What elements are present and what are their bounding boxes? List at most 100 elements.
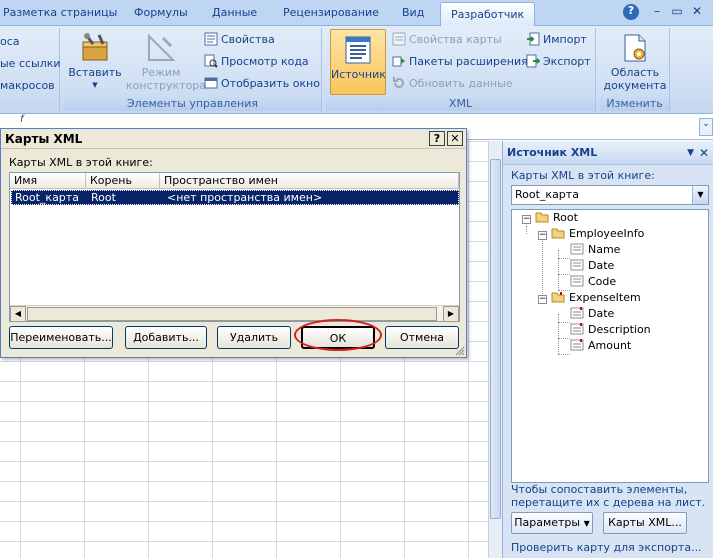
formula-bar-expand-icon[interactable]: ⌄: [699, 118, 713, 136]
help-icon[interactable]: ?: [623, 4, 639, 20]
dialog-title-bar[interactable]: Карты XML ? ✕: [1, 129, 466, 149]
document-panel-button[interactable]: Область документа: [602, 28, 668, 96]
verify-map-link[interactable]: Проверить карту для экспорта...: [511, 541, 702, 554]
tree-node-label: EmployeeInfo: [569, 227, 645, 240]
tree-node-expense-date[interactable]: Date: [570, 306, 614, 322]
folder-icon: [551, 228, 565, 239]
xml-maps-button[interactable]: Карты XML...: [603, 512, 687, 534]
tree-line: [558, 274, 570, 275]
collapse-icon[interactable]: −: [538, 231, 547, 240]
row-namespace: <нет пространства имен>: [167, 191, 323, 204]
required-element-icon: [570, 323, 584, 335]
view-code-button[interactable]: Просмотр кода: [204, 52, 309, 72]
resize-grip-icon[interactable]: [455, 346, 465, 356]
minimize-icon[interactable]: –: [649, 4, 665, 20]
document-panel-label-2: документа: [603, 79, 667, 92]
rename-button[interactable]: Переименовать...: [9, 326, 113, 349]
required-element-icon: [570, 339, 584, 351]
chevron-down-icon: ▼: [92, 81, 98, 89]
xml-map-select-value: Root_карта: [515, 188, 579, 201]
tab-data[interactable]: Данные: [212, 6, 257, 24]
tab-formulas[interactable]: Формулы: [134, 6, 188, 24]
pane-hint-text: Чтобы сопоставить элементы, перетащите и…: [511, 483, 706, 509]
document-gear-icon: [624, 34, 646, 62]
add-button[interactable]: Добавить...: [125, 326, 207, 349]
dialog-close-icon[interactable]: ✕: [447, 131, 463, 146]
tree-node-expenseitem[interactable]: − ExpenseItem: [538, 290, 641, 306]
xml-group-label: XML: [326, 97, 595, 111]
restore-icon[interactable]: ▭: [669, 4, 685, 20]
scroll-left-icon[interactable]: ◀: [10, 306, 26, 322]
insert-button[interactable]: Вставить ▼: [66, 28, 124, 96]
tab-view[interactable]: Вид: [402, 6, 424, 24]
ribbon: оса ые ссылки макросов Вставить ▼ Режим …: [0, 26, 713, 114]
insert-label: Вставить: [68, 66, 122, 79]
vertical-scroll-thumb[interactable]: [490, 159, 501, 519]
code-item-1[interactable]: оса: [0, 32, 20, 52]
pane-maps-label: Карты XML в этой книге:: [511, 169, 655, 182]
dialog-help-icon[interactable]: ?: [429, 131, 445, 146]
code-item-2[interactable]: ые ссылки: [0, 54, 61, 74]
tree-line: [526, 226, 527, 234]
tab-developer[interactable]: Разработчик: [440, 2, 536, 27]
row-root: Root: [91, 191, 116, 204]
expansion-packs-button[interactable]: Пакеты расширения: [392, 52, 528, 72]
tree-node-date[interactable]: Date: [570, 258, 614, 274]
close-icon[interactable]: ✕: [689, 4, 705, 20]
delete-button[interactable]: Удалить: [217, 326, 291, 349]
code-item-3[interactable]: макросов: [0, 76, 55, 96]
show-window-label: Отобразить окно: [221, 77, 320, 90]
tree-node-label: Name: [588, 243, 621, 256]
dialog-maps-label: Карты XML в этой книге:: [9, 156, 153, 169]
tree-line: [558, 250, 559, 290]
column-header-name[interactable]: Имя: [10, 173, 86, 189]
map-properties-icon: [392, 32, 406, 46]
tree-line: [558, 258, 570, 259]
column-header-namespace[interactable]: Пространство имен: [160, 173, 459, 189]
tab-review[interactable]: Рецензирование: [283, 6, 379, 24]
collapse-icon[interactable]: −: [522, 215, 531, 224]
properties-button[interactable]: Свойства: [204, 30, 275, 50]
tree-node-name[interactable]: Name: [570, 242, 620, 258]
refresh-data-button[interactable]: Обновить данные: [392, 74, 513, 94]
tree-node-root[interactable]: − Root: [522, 210, 578, 226]
column-header-root[interactable]: Корень: [86, 173, 160, 189]
horizontal-scrollbar[interactable]: ◀ ▶: [10, 305, 459, 322]
export-button[interactable]: Экспорт: [526, 52, 591, 72]
refresh-icon: [393, 77, 404, 89]
row-name: Root_карта: [15, 191, 79, 204]
tree-node-amount[interactable]: Amount: [570, 338, 631, 354]
show-window-button[interactable]: Отобразить окно: [204, 74, 320, 94]
map-properties-button[interactable]: Свойства карты: [392, 30, 502, 50]
source-button[interactable]: Источник: [330, 29, 386, 95]
pane-title: Источник XML ▼ ✕: [503, 141, 713, 165]
table-row[interactable]: Root_карта Root <нет пространства имен>: [11, 190, 459, 205]
xml-tree: − Root − EmployeeInfo Name Date Code − Expe…: [511, 209, 709, 483]
tree-node-code[interactable]: Code: [570, 274, 616, 290]
xml-maps-list[interactable]: Имя Корень Пространство имен Root_карта …: [9, 172, 460, 322]
pane-menu-icon[interactable]: ▼: [687, 141, 694, 165]
tab-page-layout[interactable]: Разметка страницы: [3, 6, 117, 24]
dialog-title: Карты XML: [5, 132, 83, 146]
scroll-right-icon[interactable]: ▶: [443, 306, 459, 322]
import-button[interactable]: Импорт: [526, 30, 587, 50]
xml-maps-dialog: Карты XML ? ✕ Карты XML в этой книге: Им…: [0, 128, 467, 358]
options-button-label: Параметры: [514, 516, 581, 529]
tree-node-description[interactable]: Description: [570, 322, 651, 338]
cancel-button[interactable]: Отмена: [385, 326, 459, 349]
xml-map-select[interactable]: Root_карта ▼: [511, 185, 709, 205]
ok-button[interactable]: ОК: [301, 326, 375, 349]
import-label: Импорт: [543, 33, 587, 46]
vertical-scrollbar[interactable]: [488, 141, 502, 558]
export-icon: [526, 54, 540, 68]
options-button[interactable]: Параметры ▼: [511, 512, 593, 534]
horizontal-scroll-thumb[interactable]: [27, 307, 437, 321]
refresh-data-label: Обновить данные: [409, 77, 513, 90]
collapse-icon[interactable]: −: [538, 295, 547, 304]
tree-node-employeeinfo[interactable]: − EmployeeInfo: [538, 226, 644, 242]
design-mode-button[interactable]: Режим конструктора: [126, 28, 206, 96]
pane-close-icon[interactable]: ✕: [699, 141, 709, 165]
element-icon: [570, 275, 584, 287]
chevron-down-icon[interactable]: ▼: [692, 186, 708, 204]
tree-node-label: ExpenseItem: [569, 291, 641, 304]
